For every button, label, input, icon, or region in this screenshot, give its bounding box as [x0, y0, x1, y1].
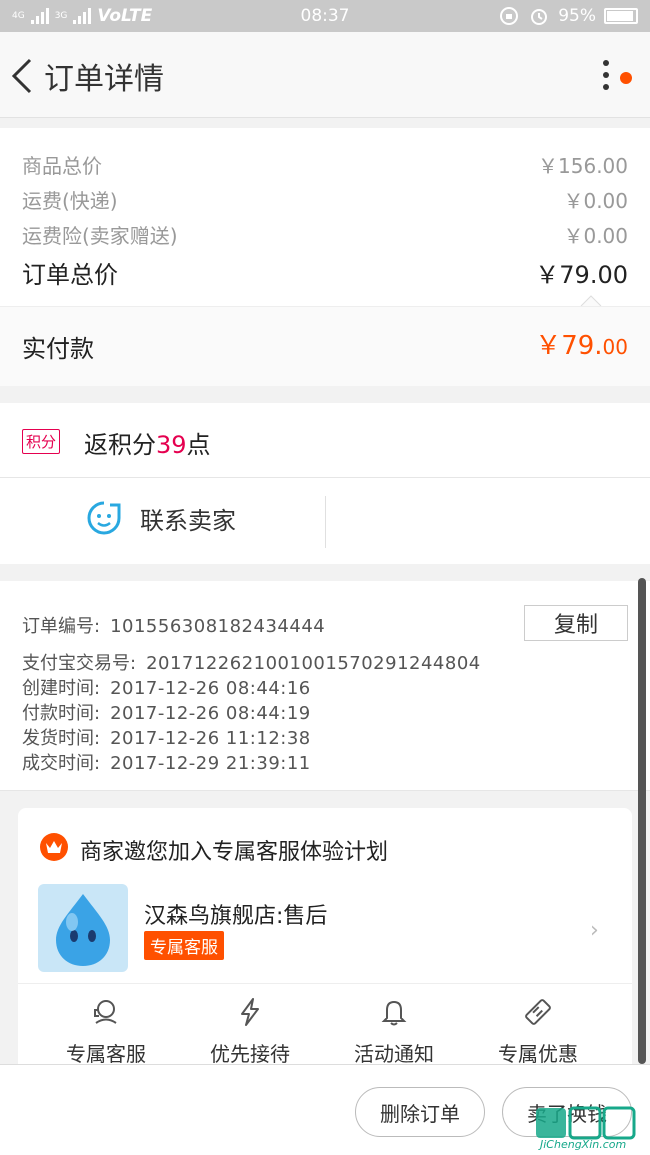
feature-label: 活动通知: [354, 1042, 434, 1066]
carrier-label: VoLTE: [97, 6, 153, 26]
contact-divider: [325, 496, 326, 548]
chevron-right-icon[interactable]: ›: [590, 918, 599, 943]
contact-seller-button[interactable]: 联系卖家: [86, 500, 236, 536]
notification-dot: [620, 72, 632, 84]
created-row: 创建时间: 2017-12-26 08:44:16: [22, 674, 311, 700]
shop-name[interactable]: 汉森鸟旗舰店:售后: [144, 898, 327, 930]
paid-time-row: 付款时间: 2017-12-26 08:44:19: [22, 699, 311, 725]
caret-up-icon: [580, 295, 602, 306]
insurance-label: 运费险(卖家赠送): [22, 224, 178, 248]
paid-section: 实付款 ￥79.00: [0, 306, 650, 386]
paid-value-dec: 00: [602, 335, 628, 359]
service-card: 商家邀您加入专属客服体验计划 汉森鸟旗舰店:售后 专属客服 › 专属客服 优先接…: [18, 808, 632, 1078]
paid-value: ￥79.00: [535, 325, 628, 362]
battery-icon: [604, 8, 638, 24]
page-title: 订单详情: [44, 62, 164, 97]
shipped-label: 发货时间:: [22, 728, 101, 749]
crown-icon: [40, 833, 68, 861]
points-suffix: 点: [186, 431, 211, 459]
paid-time-label: 付款时间:: [22, 703, 101, 724]
created-value: 2017-12-26 08:44:16: [110, 678, 311, 699]
paid-value-int: ￥79.: [535, 331, 603, 361]
insurance-value: ￥0.00: [563, 224, 628, 248]
water-drop-mascot-icon: [56, 894, 110, 966]
status-left: 4G 3G VoLTE: [12, 6, 152, 26]
goods-total-row: 商品总价 ￥156.00: [22, 150, 628, 179]
bell-icon: [381, 1000, 407, 1026]
price-section: 商品总价 ￥156.00 运费(快递) ￥0.00 运费险(卖家赠送) ￥0.0…: [0, 128, 650, 306]
card-divider: [18, 983, 632, 984]
alipay-value: 2017122621001001570291244804: [146, 653, 481, 674]
completed-row: 成交时间: 2017-12-29 21:39:11: [22, 749, 311, 775]
rotation-lock-icon: [500, 7, 519, 25]
points-text: 返积分39点: [84, 425, 211, 460]
shipped-value: 2017-12-26 11:12:38: [110, 728, 311, 749]
order-number-value: 101556308182434444: [110, 616, 326, 637]
network-4g: 4G: [12, 11, 25, 21]
contact-seller-label: 联系卖家: [140, 506, 236, 535]
watermark-text: JiChengXin.com: [540, 1138, 627, 1151]
more-menu-icon[interactable]: [596, 56, 616, 96]
shipping-value: ￥0.00: [563, 189, 628, 213]
alipay-label: 支付宝交易号:: [22, 653, 137, 674]
feature-label: 专属优惠: [498, 1042, 578, 1066]
completed-value: 2017-12-29 21:39:11: [110, 753, 311, 774]
alipay-row: 支付宝交易号: 2017122621001001570291244804: [22, 649, 481, 675]
network-3g: 3G: [54, 11, 68, 21]
feature-exclusive-discount[interactable]: 专属优惠: [468, 996, 608, 1067]
battery-percent: 95%: [558, 6, 596, 26]
points-prefix: 返积分: [84, 431, 156, 459]
order-total-row: 订单总价 ￥79.00: [22, 255, 628, 290]
completed-label: 成交时间:: [22, 753, 101, 774]
points-count: 39: [156, 431, 187, 459]
shipped-row: 发货时间: 2017-12-26 11:12:38: [22, 724, 311, 750]
feature-label: 优先接待: [210, 1042, 290, 1066]
insurance-row: 运费险(卖家赠送) ￥0.00: [22, 220, 628, 249]
goods-total-label: 商品总价: [22, 154, 102, 178]
contact-section: 联系卖家: [0, 478, 650, 564]
exclusive-service-tag: 专属客服: [144, 931, 224, 960]
goods-total-value: ￥156.00: [538, 154, 628, 178]
order-number-row: 订单编号: 101556308182434444: [22, 612, 325, 638]
signal-icon: [30, 8, 49, 24]
paid-label: 实付款: [22, 335, 94, 363]
feature-exclusive-service[interactable]: 专属客服: [36, 996, 176, 1067]
order-number-label: 订单编号:: [22, 616, 101, 637]
points-badge: 积分: [22, 429, 61, 454]
shipping-row: 运费(快递) ￥0.00: [22, 185, 628, 214]
copy-button[interactable]: 复制: [524, 605, 628, 641]
order-total-value: ￥79.00: [535, 261, 628, 289]
back-arrow-icon[interactable]: [10, 58, 34, 94]
delete-order-button[interactable]: 删除订单: [355, 1087, 485, 1137]
shipping-label: 运费(快递): [22, 189, 118, 213]
created-label: 创建时间:: [22, 678, 101, 699]
feature-event-notice[interactable]: 活动通知: [324, 996, 464, 1067]
status-right: 95%: [498, 5, 638, 27]
points-section: 积分 返积分39点: [0, 403, 650, 478]
status-bar: 4G 3G VoLTE 08:37 95%: [0, 0, 650, 32]
headset-icon: [94, 1000, 117, 1024]
order-info-section: 订单编号: 101556308182434444 复制 支付宝交易号: 201712…: [0, 581, 650, 791]
chat-face-icon: [87, 501, 121, 535]
shop-avatar[interactable]: [38, 884, 128, 972]
lightning-icon: [241, 998, 259, 1026]
scrollbar[interactable]: [638, 578, 646, 1064]
paid-time-value: 2017-12-26 08:44:19: [110, 703, 311, 724]
service-card-title: 商家邀您加入专属客服体验计划: [80, 840, 389, 865]
header: 订单详情: [0, 32, 650, 118]
feature-label: 专属客服: [66, 1042, 146, 1066]
feature-priority-reception[interactable]: 优先接待: [180, 996, 320, 1067]
signal-icon-2: [73, 8, 92, 24]
order-total-label: 订单总价: [22, 261, 118, 289]
alarm-icon: [531, 9, 548, 25]
coupon-icon: [525, 999, 551, 1025]
